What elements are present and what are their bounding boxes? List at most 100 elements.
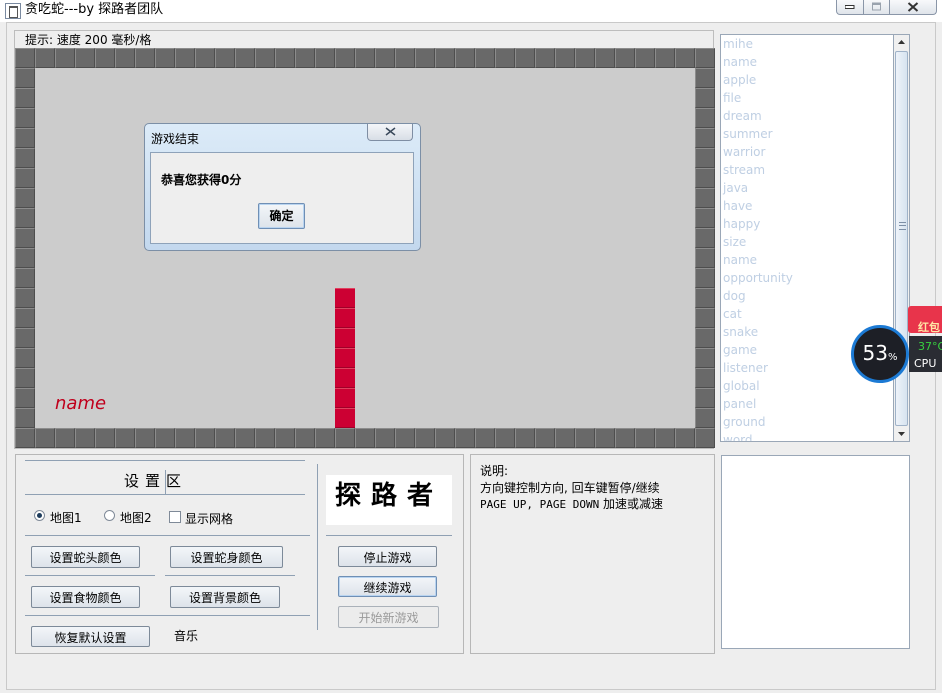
word-list-item[interactable]: dog [723,289,746,303]
word-list-item[interactable]: ground [723,415,765,429]
word-list-item[interactable]: cat [723,307,742,321]
word-list-item[interactable]: summer [723,127,773,141]
close-icon [385,127,396,136]
word-list-item[interactable]: name [723,253,757,267]
wall-cell [355,428,375,448]
wall-cell [455,428,475,448]
wall-cell [15,88,35,108]
wall-cell [395,48,415,68]
wall-cell [695,108,715,128]
cpu-usage-percent: 53% [851,341,909,370]
food-word-label: name [55,393,107,414]
map2-label: 地图2 [120,511,152,525]
close-window-button[interactable] [889,0,937,15]
word-list-item[interactable]: mihe [723,37,753,51]
word-list-item[interactable]: snake [723,325,758,339]
new-game-button[interactable]: 开始新游戏 [338,606,439,628]
word-list-item[interactable]: listener [723,361,768,375]
wall-cell [575,428,595,448]
word-list-item[interactable]: name [723,55,757,69]
word-list-scrollbar[interactable] [894,34,910,442]
wall-cell [255,428,275,448]
wall-cell [35,48,55,68]
ok-button[interactable]: 确定 [258,203,305,229]
divider [25,460,305,461]
word-list-item[interactable]: global [723,379,760,393]
wall-cell [695,68,715,88]
wall-cell [555,48,575,68]
snake-head-color-button[interactable]: 设置蛇头颜色 [31,546,140,568]
wall-cell [535,48,555,68]
divider [25,535,310,536]
wall-cell [215,428,235,448]
wall-cell [55,48,75,68]
wall-cell [15,168,35,188]
cpu-temperature: 37°C [918,340,942,353]
wall-cell [15,208,35,228]
background-color-button[interactable]: 设置背景颜色 [170,586,280,608]
wall-cell [695,348,715,368]
wall-cell [15,388,35,408]
snake-body-segment [335,368,355,388]
word-list-item[interactable]: dream [723,109,762,123]
wall-cell [495,428,515,448]
word-list-item[interactable]: warrior [723,145,765,159]
wall-cell [495,48,515,68]
wall-cell [595,48,615,68]
wall-cell [235,48,255,68]
wall-cell [15,308,35,328]
wall-cell [695,368,715,388]
wall-cell [695,328,715,348]
settings-title: 设置区 [124,472,188,490]
word-list-item[interactable]: apple [723,73,756,87]
wall-cell [415,428,435,448]
wall-cell [15,428,35,448]
wall-cell [695,88,715,108]
instructions-heading: 说明: [480,464,509,478]
stop-game-button[interactable]: 停止游戏 [338,546,437,567]
wall-cell [335,428,355,448]
wall-cell [415,48,435,68]
word-list[interactable]: mihe name apple file dream summer warrior strea… [720,34,894,442]
divider [317,464,318,630]
food-color-button[interactable]: 设置食物颜色 [31,586,140,608]
wall-cell [175,48,195,68]
wall-cell [455,48,475,68]
scroll-up-button[interactable] [894,35,909,50]
scroll-down-button[interactable] [894,426,909,441]
minimize-button[interactable] [836,0,864,15]
dialog-close-button[interactable] [367,124,413,141]
word-list-item[interactable]: have [723,199,752,213]
snake-body-color-button[interactable]: 设置蛇身颜色 [170,546,283,568]
maximize-button[interactable] [863,0,890,15]
wall-cell [15,148,35,168]
continue-game-button[interactable]: 继续游戏 [338,576,437,597]
wall-cell [695,188,715,208]
wall-cell [135,48,155,68]
wall-cell [695,228,715,248]
wall-cell [15,128,35,148]
map2-radio[interactable] [104,510,115,521]
word-list-item[interactable]: word [723,433,753,441]
word-list-item[interactable]: happy [723,217,760,231]
word-list-item[interactable]: panel [723,397,756,411]
wall-cell [15,408,35,428]
music-label[interactable]: 音乐 [174,627,198,644]
show-grid-label: 显示网格 [185,512,234,526]
wall-cell [315,48,335,68]
arrow-up-icon [898,40,905,44]
word-list-item[interactable]: size [723,235,746,249]
word-list-item[interactable]: game [723,343,757,357]
word-list-item[interactable]: stream [723,163,765,177]
red-packet-label: 红包 [918,321,940,334]
word-list-item[interactable]: file [723,91,741,105]
wall-cell [15,108,35,128]
divider [326,535,452,536]
wall-cell [155,428,175,448]
app-icon [5,3,21,19]
word-list-item[interactable]: opportunity [723,271,793,285]
map1-radio[interactable] [34,510,45,521]
show-grid-checkbox[interactable] [169,511,181,523]
word-list-item[interactable]: java [723,181,748,195]
restore-defaults-button[interactable]: 恢复默认设置 [31,626,150,647]
